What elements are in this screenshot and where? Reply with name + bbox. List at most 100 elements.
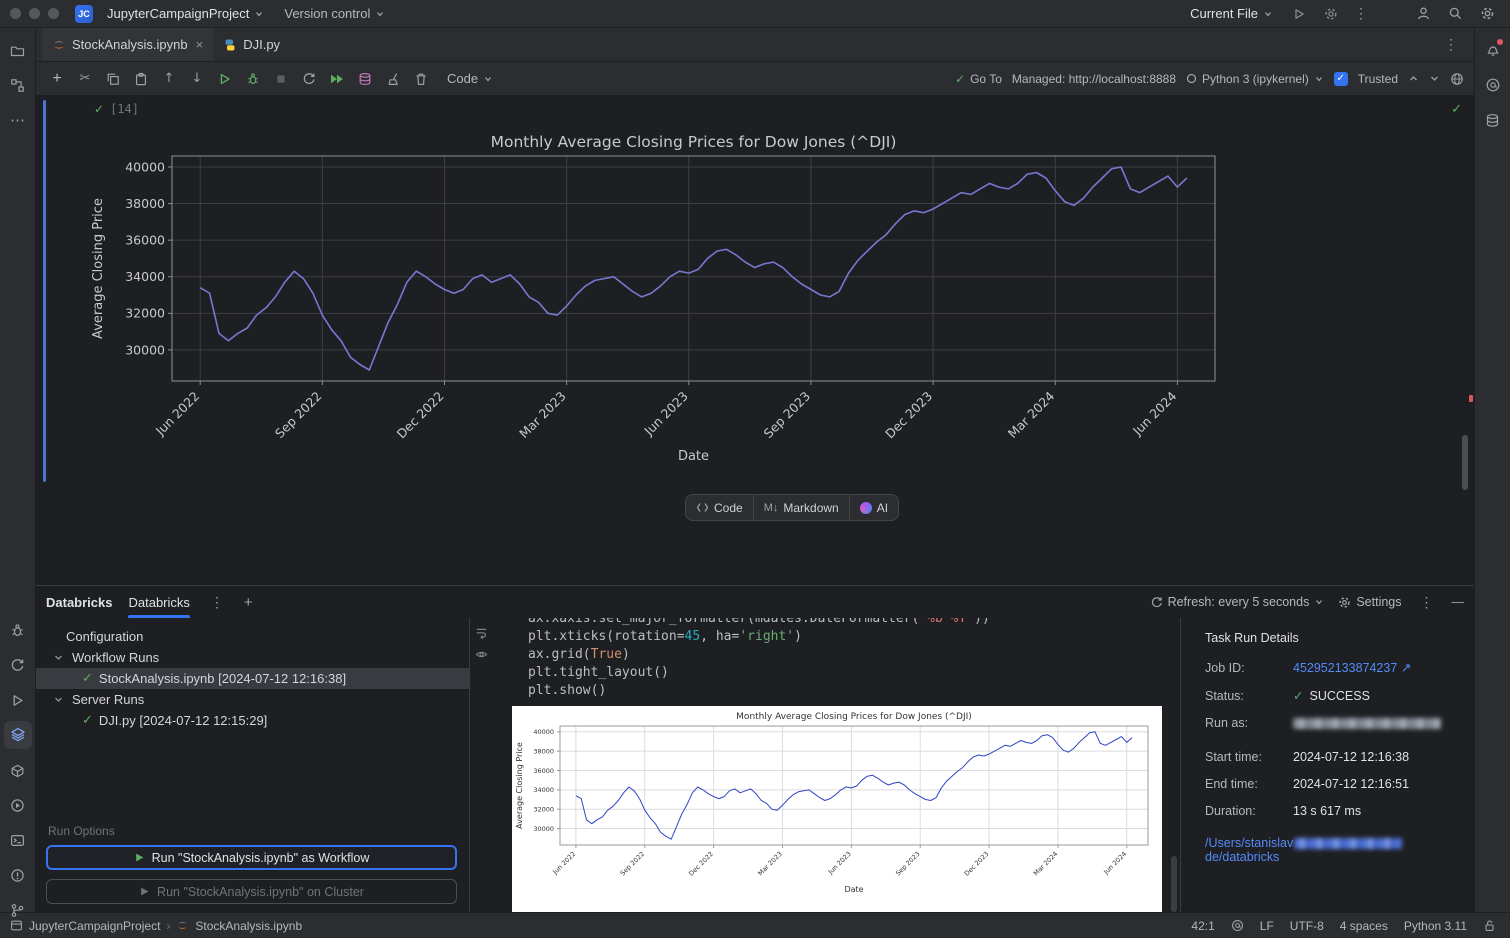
restart-kernel-icon[interactable] bbox=[296, 67, 322, 91]
chevron-down-icon[interactable] bbox=[1429, 73, 1440, 84]
tab-dji-py[interactable]: DJI.py bbox=[213, 28, 290, 61]
managed-server-label[interactable]: Managed: http://localhost:8888 bbox=[1012, 72, 1176, 86]
interpreter-indicator[interactable]: Python 3.11 bbox=[1404, 919, 1467, 933]
trusted-checkbox[interactable]: ✓ Trusted bbox=[1333, 71, 1398, 86]
add-tab-icon[interactable]: + bbox=[244, 594, 253, 611]
run-path-link[interactable]: /Users/stanislavde/databricks bbox=[1205, 836, 1460, 864]
paste-cell-icon[interactable] bbox=[128, 67, 154, 91]
debug-icon[interactable] bbox=[4, 616, 32, 644]
clear-outputs-icon[interactable] bbox=[380, 67, 406, 91]
delete-cell-icon[interactable] bbox=[408, 67, 434, 91]
tree-node-server-runs[interactable]: Server Runs bbox=[36, 689, 469, 710]
project-menu[interactable]: JupyterCampaignProject bbox=[100, 3, 271, 24]
details-title: Task Run Details bbox=[1205, 631, 1299, 645]
project-folder-icon[interactable] bbox=[4, 36, 32, 64]
settings-gear-icon[interactable] bbox=[1474, 2, 1500, 26]
tree-item-configuration[interactable]: Configuration bbox=[36, 626, 469, 647]
run-button[interactable] bbox=[1286, 2, 1312, 26]
tree-item-server-run[interactable]: ✓ DJI.py [2024-07-12 12:15:29] bbox=[36, 710, 469, 731]
panel-options-kebab-icon[interactable]: ⋮ bbox=[1416, 594, 1438, 611]
job-id-link[interactable]: 452952133874237 bbox=[1293, 661, 1397, 675]
run-all-cells-icon[interactable] bbox=[324, 67, 350, 91]
more-run-options-icon[interactable] bbox=[1318, 2, 1344, 26]
panel-settings-button[interactable]: Settings bbox=[1338, 595, 1402, 609]
tool-window-title[interactable]: Databricks bbox=[46, 595, 112, 610]
close-window-icon[interactable] bbox=[10, 8, 21, 19]
unlocked-icon[interactable] bbox=[1483, 919, 1496, 932]
kebab-menu-icon[interactable]: ⋮ bbox=[1350, 5, 1372, 22]
copy-cell-icon[interactable] bbox=[100, 67, 126, 91]
structure-icon[interactable] bbox=[4, 71, 32, 99]
run-as-workflow-button[interactable]: Run "StockAnalysis.ipynb" as Workflow bbox=[46, 845, 457, 870]
svg-text:40000: 40000 bbox=[125, 159, 165, 174]
preview-editor[interactable]: ax.xaxis.set_major_formatter(mdates.Date… bbox=[492, 618, 1180, 912]
tab-stockanalysis-ipynb[interactable]: StockAnalysis.ipynb × bbox=[42, 28, 214, 61]
success-check-icon: ✓ bbox=[82, 713, 93, 728]
tab-list-kebab-icon[interactable]: ⋮ bbox=[206, 594, 228, 611]
version-control-menu[interactable]: Version control bbox=[277, 3, 392, 24]
notifications-icon[interactable] bbox=[1479, 36, 1507, 64]
tab-options-kebab-icon[interactable]: ⋮ bbox=[1440, 36, 1462, 53]
interrupt-kernel-icon[interactable] bbox=[268, 67, 294, 91]
chevron-up-icon[interactable] bbox=[1408, 73, 1419, 84]
ai-assistant-icon[interactable] bbox=[1479, 71, 1507, 99]
preview-scrollbar[interactable] bbox=[1171, 856, 1177, 912]
kernel-selector[interactable]: Python 3 (ipykernel) bbox=[1186, 72, 1324, 86]
add-cell-icon[interactable]: + bbox=[44, 67, 70, 91]
run-tool-icon[interactable] bbox=[4, 686, 32, 714]
hide-panel-icon[interactable]: — bbox=[1452, 595, 1465, 609]
status-success-icon: ✓ bbox=[1293, 688, 1304, 703]
database-tool-icon[interactable] bbox=[1479, 106, 1507, 134]
packages-icon[interactable] bbox=[4, 756, 32, 784]
debug-cell-icon[interactable] bbox=[240, 67, 266, 91]
cell-type-dropdown[interactable]: Code bbox=[440, 68, 500, 89]
services-icon[interactable] bbox=[4, 791, 32, 819]
indent-indicator[interactable]: 4 spaces bbox=[1340, 919, 1388, 933]
refresh-interval-selector[interactable]: Refresh: every 5 seconds bbox=[1150, 595, 1325, 609]
eye-icon[interactable] bbox=[475, 648, 488, 661]
task-run-details-panel: Task Run Details Job ID: 452952133874237… bbox=[1180, 618, 1474, 912]
soft-wrap-icon[interactable] bbox=[475, 626, 488, 639]
zoom-window-icon[interactable] bbox=[48, 8, 59, 19]
check-icon: ✓ bbox=[955, 71, 966, 86]
tree-item-workflow-run[interactable]: ✓ StockAnalysis.ipynb [2024-07-12 12:16:… bbox=[36, 668, 469, 689]
line-separator-indicator[interactable]: LF bbox=[1260, 919, 1274, 933]
encoding-indicator[interactable]: UTF-8 bbox=[1290, 919, 1324, 933]
database-icon[interactable] bbox=[352, 67, 378, 91]
databricks-content-tab[interactable]: Databricks bbox=[128, 586, 190, 618]
user-account-icon[interactable] bbox=[1410, 2, 1436, 26]
sync-icon[interactable] bbox=[4, 651, 32, 679]
chevron-expanded-icon[interactable] bbox=[50, 695, 66, 704]
external-link-icon[interactable]: ↗ bbox=[1401, 660, 1411, 675]
status-value: SUCCESS bbox=[1309, 688, 1370, 703]
databricks-tool-icon[interactable] bbox=[3, 721, 32, 749]
inline-ai-icon[interactable] bbox=[1231, 919, 1244, 932]
add-code-cell-button[interactable]: Code bbox=[686, 495, 753, 520]
close-tab-icon[interactable]: × bbox=[196, 37, 204, 52]
more-tool-windows-icon[interactable]: ⋯ bbox=[4, 106, 32, 134]
caret-position[interactable]: 42:1 bbox=[1191, 919, 1214, 933]
project-avatar: JC bbox=[75, 4, 93, 23]
problems-icon[interactable] bbox=[4, 861, 32, 889]
move-cell-up-icon[interactable]: ↑ bbox=[156, 67, 182, 91]
tree-node-workflow-runs[interactable]: Workflow Runs bbox=[36, 647, 469, 668]
editor-scrollbar[interactable] bbox=[1462, 435, 1468, 490]
add-ai-cell-button[interactable]: AI bbox=[848, 495, 898, 520]
run-on-cluster-button[interactable]: Run "StockAnalysis.ipynb" on Cluster bbox=[46, 879, 457, 904]
globe-icon[interactable] bbox=[1450, 72, 1464, 86]
cut-cell-icon[interactable]: ✂ bbox=[72, 67, 98, 91]
run-cell-icon[interactable] bbox=[212, 67, 238, 91]
status-file-crumb[interactable]: StockAnalysis.ipynb bbox=[176, 919, 302, 933]
search-icon[interactable] bbox=[1442, 2, 1468, 26]
terminal-icon[interactable] bbox=[4, 826, 32, 854]
run-configuration-selector[interactable]: Current File bbox=[1183, 3, 1280, 24]
window-controls[interactable] bbox=[10, 8, 59, 19]
notebook-editor[interactable]: ✓ [14] ✓ 30000 32000 34000 36000 38000 40000 J… bbox=[36, 96, 1474, 585]
minimize-window-icon[interactable] bbox=[29, 8, 40, 19]
chevron-expanded-icon[interactable] bbox=[50, 653, 66, 662]
add-markdown-cell-button[interactable]: M↓ Markdown bbox=[752, 495, 849, 520]
move-cell-down-icon[interactable]: ↓ bbox=[184, 67, 210, 91]
git-branch-icon[interactable] bbox=[4, 896, 32, 924]
go-to-button[interactable]: ✓ Go To bbox=[955, 72, 1002, 86]
add-cell-type-bar: Code M↓ Markdown AI bbox=[685, 494, 900, 521]
